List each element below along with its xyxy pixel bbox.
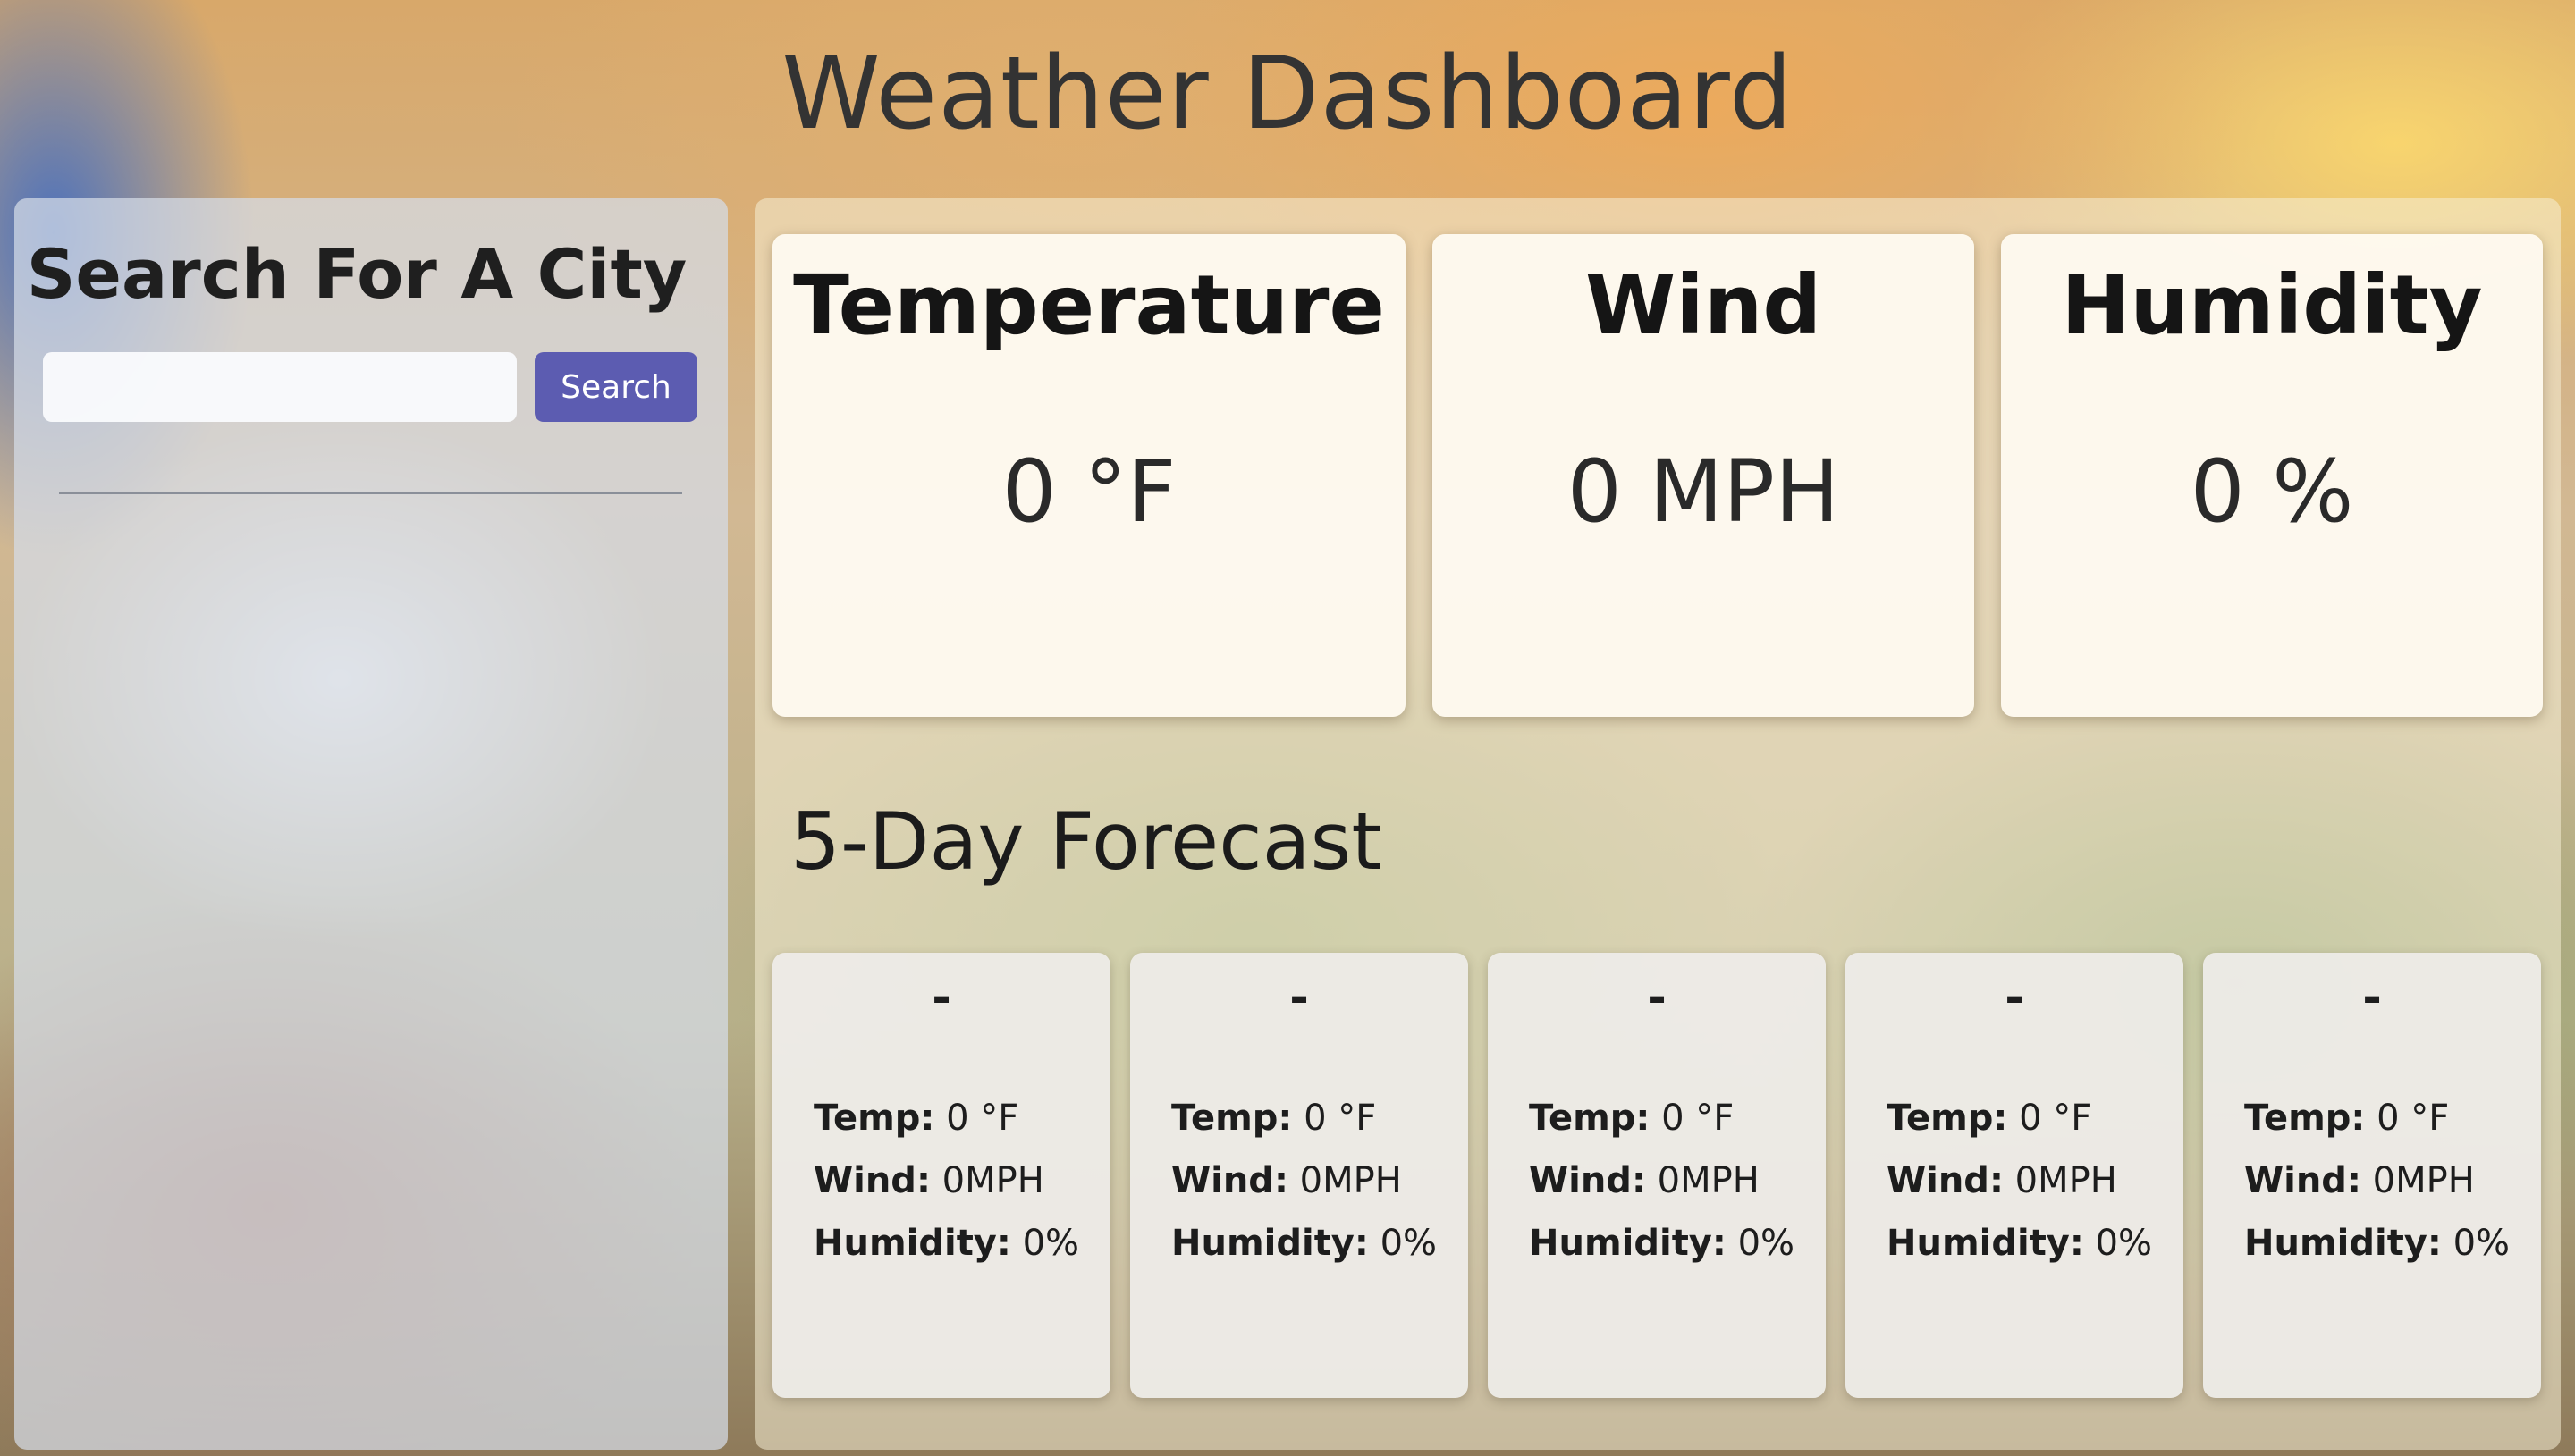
forecast-heading: 5-Day Forecast — [790, 795, 1382, 888]
forecast-wind-label: Wind: — [814, 1160, 931, 1201]
page-title: Weather Dashboard — [781, 36, 1794, 152]
forecast-humidity: Humidity: 0% — [2244, 1223, 2510, 1264]
wind-label: Wind — [1584, 257, 1822, 353]
forecast-humidity-value: 0% — [2095, 1223, 2153, 1264]
forecast-humidity-value: 0% — [1022, 1223, 1080, 1264]
forecast-wind-label: Wind: — [2244, 1160, 2361, 1201]
forecast-wind: Wind: 0MPH — [1887, 1160, 2117, 1201]
humidity-label: Humidity — [2061, 257, 2483, 353]
forecast-humidity-label: Humidity: — [2244, 1223, 2442, 1264]
forecast-date: - — [932, 971, 951, 1024]
forecast-wind: Wind: 0MPH — [2244, 1160, 2475, 1201]
forecast-date: - — [2362, 971, 2382, 1024]
forecast-temp-value: 0 °F — [1304, 1098, 1377, 1139]
forecast-humidity: Humidity: 0% — [1171, 1223, 1437, 1264]
temperature-label: Temperature — [793, 257, 1385, 353]
forecast-temp: Temp: 0 °F — [2244, 1098, 2449, 1139]
temperature-value: 0 °F — [1001, 442, 1177, 542]
sidebar-divider — [59, 492, 682, 494]
wind-card: Wind 0 MPH — [1432, 234, 1974, 717]
forecast-humidity: Humidity: 0% — [1887, 1223, 2152, 1264]
forecast-date: - — [2005, 971, 2024, 1024]
forecast-humidity: Humidity: 0% — [814, 1223, 1079, 1264]
forecast-humidity-value: 0% — [1737, 1223, 1795, 1264]
forecast-wind: Wind: 0MPH — [1171, 1160, 1402, 1201]
city-search-input[interactable] — [43, 352, 517, 422]
forecast-humidity-label: Humidity: — [1171, 1223, 1369, 1264]
forecast-temp: Temp: 0 °F — [1171, 1098, 1376, 1139]
forecast-wind-label: Wind: — [1887, 1160, 2004, 1201]
forecast-date: - — [1289, 971, 1309, 1024]
forecast-wind-label: Wind: — [1171, 1160, 1288, 1201]
forecast-temp: Temp: 0 °F — [1887, 1098, 2091, 1139]
forecast-temp-value: 0 °F — [946, 1098, 1019, 1139]
forecast-wind-value: 0MPH — [2014, 1160, 2117, 1201]
forecast-temp-label: Temp: — [1887, 1098, 2008, 1139]
wind-value: 0 MPH — [1566, 442, 1840, 542]
forecast-temp-value: 0 °F — [1661, 1098, 1735, 1139]
forecast-humidity-label: Humidity: — [1529, 1223, 1727, 1264]
forecast-temp-label: Temp: — [1529, 1098, 1651, 1139]
forecast-wind-value: 0MPH — [941, 1160, 1044, 1201]
forecast-temp-label: Temp: — [2244, 1098, 2366, 1139]
sidebar-title: Search For A City — [26, 234, 688, 314]
forecast-humidity-value: 0% — [2453, 1223, 2511, 1264]
forecast-humidity-label: Humidity: — [814, 1223, 1011, 1264]
forecast-wind-value: 0MPH — [1299, 1160, 1402, 1201]
forecast-temp-label: Temp: — [814, 1098, 935, 1139]
forecast-wind: Wind: 0MPH — [1529, 1160, 1760, 1201]
forecast-temp-value: 0 °F — [2019, 1098, 2092, 1139]
temperature-card: Temperature 0 °F — [772, 234, 1406, 717]
humidity-card: Humidity 0 % — [2001, 234, 2543, 717]
forecast-temp-value: 0 °F — [2377, 1098, 2450, 1139]
forecast-humidity-label: Humidity: — [1887, 1223, 2084, 1264]
search-button[interactable]: Search — [535, 352, 697, 422]
humidity-value: 0 % — [2190, 442, 2354, 542]
forecast-date: - — [1647, 971, 1667, 1024]
forecast-wind: Wind: 0MPH — [814, 1160, 1044, 1201]
forecast-wind-value: 0MPH — [1657, 1160, 1760, 1201]
forecast-humidity: Humidity: 0% — [1529, 1223, 1794, 1264]
forecast-wind-label: Wind: — [1529, 1160, 1646, 1201]
forecast-temp-label: Temp: — [1171, 1098, 1293, 1139]
forecast-humidity-value: 0% — [1380, 1223, 1438, 1264]
forecast-temp: Temp: 0 °F — [1529, 1098, 1734, 1139]
forecast-temp: Temp: 0 °F — [814, 1098, 1018, 1139]
forecast-wind-value: 0MPH — [2372, 1160, 2475, 1201]
